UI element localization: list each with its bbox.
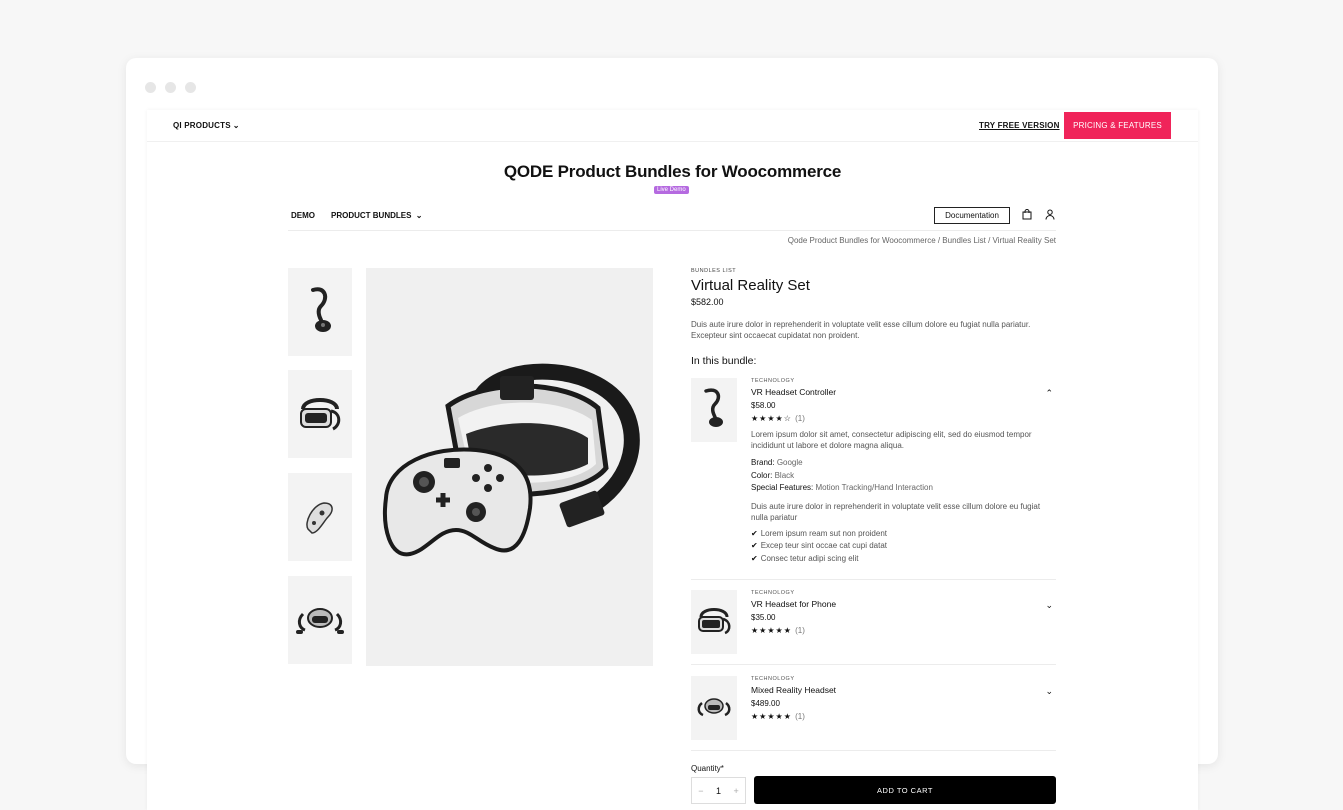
vr-headset-image bbox=[698, 608, 731, 635]
bundle-item-category[interactable]: TECHNOLOGY bbox=[751, 676, 1051, 682]
chevron-down-icon[interactable]: ⌄ bbox=[1045, 600, 1053, 611]
quantity-stepper[interactable]: − 1 + bbox=[691, 777, 746, 804]
product-summary: BUNDLES LIST Virtual Reality Set $582.00… bbox=[691, 268, 1056, 367]
user-account-icon[interactable] bbox=[1045, 209, 1055, 220]
breadcrumb[interactable]: Qode Product Bundles for Woocommerce / B… bbox=[147, 236, 1056, 245]
bundle-item-name[interactable]: Mixed Reality Headset bbox=[751, 685, 1051, 695]
star-rating: ★★★★★ bbox=[751, 712, 792, 721]
main-product-image[interactable] bbox=[366, 268, 653, 666]
product-price: $582.00 bbox=[691, 297, 724, 307]
window-dot-maximize[interactable] bbox=[185, 82, 196, 93]
product-title: Virtual Reality Set bbox=[691, 277, 810, 294]
checklist-item: ✔ Consec tetur adipi scing elit bbox=[751, 553, 859, 563]
checklist-item: ✔ Lorem ipsum ream sut non proident bbox=[751, 528, 887, 538]
rating-count: (1) bbox=[795, 626, 805, 635]
bundle-item-details: TECHNOLOGY VR Headset for Phone $35.00 ★… bbox=[751, 590, 1051, 635]
bundle-item: TECHNOLOGY Mixed Reality Headset $489.00… bbox=[691, 676, 1056, 751]
mixed-reality-headset-image bbox=[697, 698, 731, 717]
page-title: QODE Product Bundles for Woocommerce bbox=[503, 162, 842, 181]
spec-brand: Brand: Google bbox=[751, 458, 803, 467]
window-dot-close[interactable] bbox=[145, 82, 156, 93]
live-demo-badge: Live Demo bbox=[654, 186, 689, 194]
bundle-item-rating: ★★★★★ (1) bbox=[751, 712, 1051, 721]
bundle-item-extra-text: Duis aute irure dolor in reprehenderit i… bbox=[751, 501, 1041, 522]
bundle-item-price: $489.00 bbox=[751, 699, 780, 708]
window-controls bbox=[145, 82, 196, 93]
shopping-bag-icon[interactable] bbox=[1022, 209, 1032, 220]
chevron-up-icon[interactable]: ⌃ bbox=[1045, 388, 1053, 399]
gallery-thumb-mixed-reality[interactable] bbox=[288, 576, 352, 664]
star-rating: ★★★★★ bbox=[751, 626, 792, 635]
gallery-thumb-gamepad[interactable] bbox=[288, 473, 352, 561]
demo-nav: DEMO PRODUCT BUNDLES ⌄ Documentation bbox=[288, 207, 1056, 231]
pricing-features-button[interactable]: PRICING & FEATURES bbox=[1064, 112, 1171, 139]
quantity-label: Quantity* bbox=[691, 764, 724, 773]
add-to-cart-button[interactable]: ADD TO CART bbox=[754, 776, 1056, 804]
rating-count: (1) bbox=[795, 414, 805, 423]
qi-products-label: QI PRODUCTS bbox=[173, 121, 231, 130]
bundle-item-rating: ★★★★☆ (1) bbox=[751, 414, 1051, 423]
mixed-reality-headset-image bbox=[296, 608, 344, 634]
bundle-item-category[interactable]: TECHNOLOGY bbox=[751, 378, 1051, 384]
checklist-item: ✔ Excep teur sint occae cat cupi datat bbox=[751, 541, 887, 550]
product-category[interactable]: BUNDLES LIST bbox=[691, 268, 1056, 274]
vr-set-image bbox=[383, 363, 640, 557]
spec-special-features: Special Features: Motion Tracking/Hand I… bbox=[751, 483, 933, 492]
bundle-item-name[interactable]: VR Headset Controller bbox=[751, 387, 1051, 397]
gamepad-image bbox=[306, 502, 333, 534]
bundle-item-image[interactable] bbox=[691, 590, 737, 654]
bundle-item-image[interactable] bbox=[691, 676, 737, 740]
page: QI PRODUCTS ⌄ TRY FREE VERSION PRICING & … bbox=[147, 110, 1198, 810]
feature-checklist: ✔ Lorem ipsum ream sut non proident ✔ Exce… bbox=[751, 528, 1051, 566]
chevron-down-icon: ⌄ bbox=[415, 211, 423, 220]
product-description: Duis aute irure dolor in reprehenderit i… bbox=[691, 320, 1031, 340]
check-icon: ✔ bbox=[751, 541, 758, 550]
bundle-item: TECHNOLOGY VR Headset Controller $58.00 … bbox=[691, 378, 1056, 580]
vr-controller-image bbox=[704, 388, 723, 427]
bundle-item-image[interactable] bbox=[691, 378, 737, 442]
top-bar: QI PRODUCTS ⌄ TRY FREE VERSION PRICING & … bbox=[147, 110, 1198, 142]
spec-color: Color: Black bbox=[751, 470, 795, 480]
bundle-heading: In this bundle: bbox=[691, 355, 757, 367]
bundle-item-category[interactable]: TECHNOLOGY bbox=[751, 590, 1051, 596]
rating-count: (1) bbox=[795, 712, 805, 721]
bundle-item-price: $35.00 bbox=[751, 613, 776, 622]
check-icon: ✔ bbox=[751, 553, 758, 563]
quantity-value[interactable]: 1 bbox=[716, 786, 721, 796]
minus-icon[interactable]: − bbox=[698, 786, 703, 796]
chevron-down-icon[interactable]: ⌄ bbox=[1045, 686, 1053, 697]
documentation-button[interactable]: Documentation bbox=[934, 207, 1010, 224]
bundle-item-details: TECHNOLOGY VR Headset Controller $58.00 … bbox=[751, 378, 1051, 565]
bundle-item-rating: ★★★★★ (1) bbox=[751, 626, 1051, 635]
gallery-thumb-controller[interactable] bbox=[288, 268, 352, 356]
nav-demo-link[interactable]: DEMO bbox=[291, 211, 315, 220]
bundle-item-specs: Brand: Google Color: Black Special Featu… bbox=[751, 457, 1051, 495]
vr-headset-image bbox=[300, 398, 341, 431]
try-free-version-link[interactable]: TRY FREE VERSION bbox=[979, 121, 1060, 130]
bundle-item-name[interactable]: VR Headset for Phone bbox=[751, 599, 1051, 609]
gallery-thumb-headset[interactable] bbox=[288, 370, 352, 458]
plus-icon[interactable]: + bbox=[733, 786, 738, 796]
check-icon: ✔ bbox=[751, 528, 758, 538]
bundle-item: TECHNOLOGY VR Headset for Phone $35.00 ★… bbox=[691, 590, 1056, 665]
qi-products-menu[interactable]: QI PRODUCTS ⌄ bbox=[173, 121, 240, 130]
window-dot-minimize[interactable] bbox=[165, 82, 176, 93]
star-rating: ★★★★☆ bbox=[751, 414, 792, 423]
bundle-item-details: TECHNOLOGY Mixed Reality Headset $489.00… bbox=[751, 676, 1051, 721]
bundle-item-price: $58.00 bbox=[751, 401, 776, 410]
nav-product-bundles-menu[interactable]: PRODUCT BUNDLES ⌄ bbox=[331, 211, 422, 220]
vr-controller-image bbox=[311, 287, 331, 332]
nav-product-bundles-label: PRODUCT BUNDLES bbox=[331, 211, 412, 220]
chevron-down-icon: ⌄ bbox=[232, 121, 240, 130]
bundle-item-description: Lorem ipsum dolor sit amet, consectetur … bbox=[751, 430, 1032, 450]
